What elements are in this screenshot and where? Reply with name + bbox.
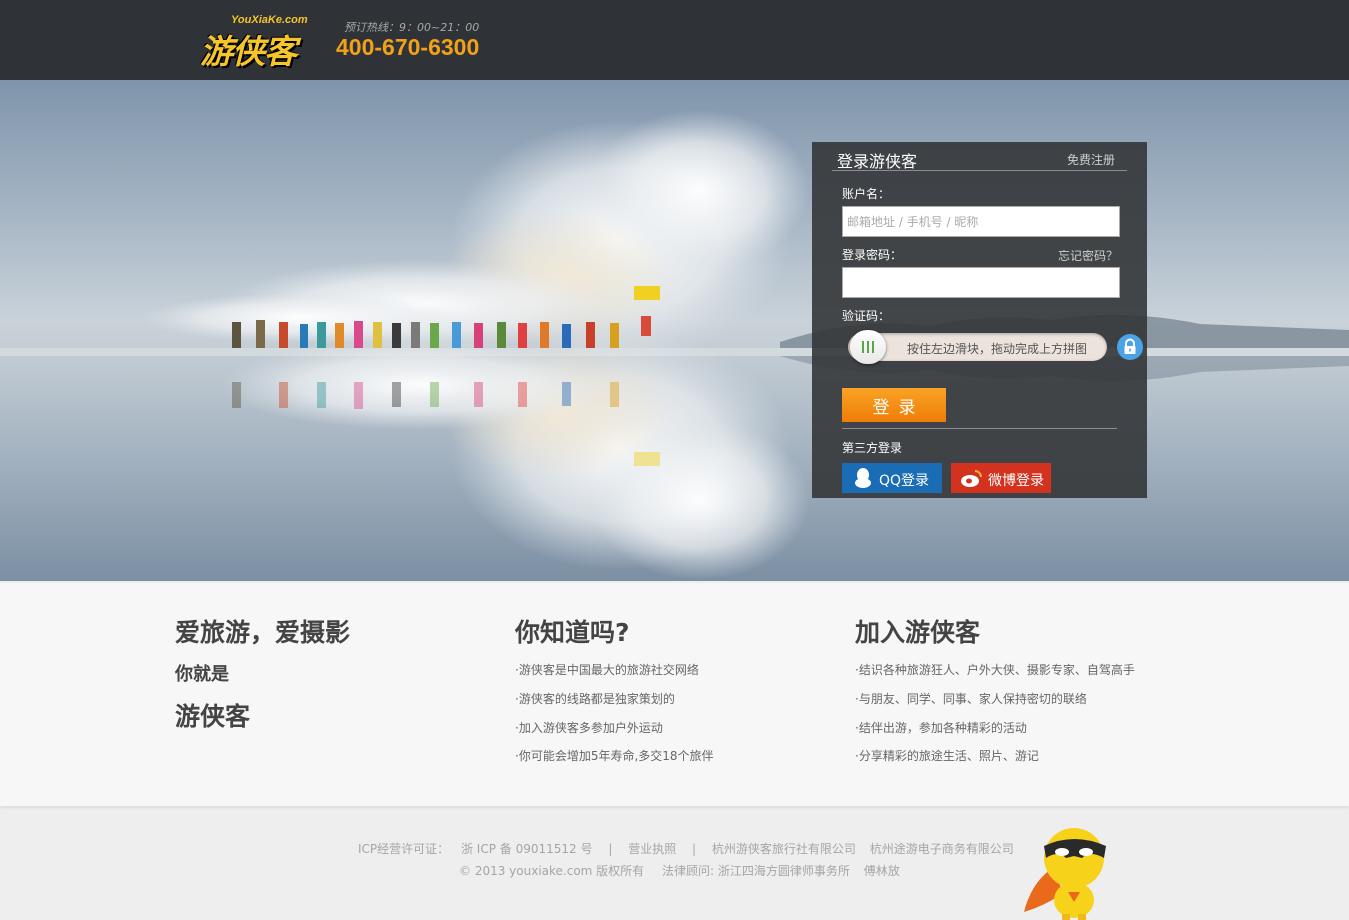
company-name-1: 杭州游侠客旅行社有限公司 (711, 842, 856, 856)
footer-separator: | (692, 842, 697, 856)
list-item: ·结伴出游，参加各种精彩的活动 (855, 721, 1027, 735)
weibo-icon (961, 470, 982, 487)
login-divider (832, 170, 1127, 171)
logo-wordmark: 游侠客 (200, 32, 297, 71)
password-input[interactable] (842, 267, 1120, 298)
register-link[interactable]: 免费注册 (1067, 151, 1115, 168)
top-header: YouXiaKe.com 游侠客 预订热线：9：00~21：00 400-670… (0, 0, 1349, 80)
captcha-label: 验证码： (842, 309, 891, 323)
weibo-login-label: 微博登录 (988, 473, 1044, 489)
password-label: 登录密码： (842, 248, 903, 262)
captcha-slider-track: 按住左边滑块，拖动完成上方拼图 (848, 333, 1107, 361)
slogan-line-1: 爱旅游，爱摄影 (175, 618, 351, 647)
qq-login-label: QQ登录 (879, 473, 930, 489)
icp-number: 浙 ICP 备 09011512 号 (460, 842, 593, 856)
company-name-2: 杭州途游电子商务有限公司 (869, 842, 1014, 856)
list-item: ·分享精彩的旅途生活、照片、游记 (855, 749, 1039, 763)
list-item: ·你可能会增加5年寿命,多交18个旅伴 (515, 749, 714, 763)
login-panel: 登录游侠客 免费注册 账户名： 登录密码： 忘记密码？ 验证码： 按住左边滑块，… (812, 142, 1147, 498)
login-title: 登录游侠客 (837, 152, 918, 171)
mascot-image (1024, 828, 1106, 920)
lock-icon (1124, 338, 1136, 354)
qq-login-button[interactable]: QQ登录 (842, 463, 942, 493)
did-you-know-title: 你知道吗? (515, 618, 630, 647)
footer-separator: | (608, 842, 613, 856)
join-title: 加入游侠客 (855, 618, 981, 647)
info-section: 爱旅游，爱摄影 你就是 游侠客 你知道吗? ·游侠客是中国最大的旅游社交网络 ·… (0, 583, 1349, 806)
slogan-line-3: 游侠客 (175, 702, 251, 731)
list-item: ·游侠客是中国最大的旅游社交网络 (515, 663, 699, 677)
hotline-number: 400-670-6300 (336, 34, 480, 60)
list-item: ·游侠客的线路都是独家策划的 (515, 692, 675, 706)
account-input[interactable] (842, 206, 1120, 237)
business-license-link[interactable]: 营业执照 (628, 842, 676, 856)
list-item: ·加入游侠客多参加户外运动 (515, 721, 663, 735)
list-item: ·与朋友、同学、同事、家人保持密切的联络 (855, 692, 1087, 706)
legal-counsel-firm: 浙江四海方圆律师事务所 (717, 864, 850, 878)
forgot-password-link[interactable]: 忘记密码？ (1058, 247, 1118, 264)
footer-line-2: © 2013 youxiake.com 版权所有 法律顾问: 浙江四海方圆律师事… (459, 862, 900, 879)
hotline-hours: 预订热线：9：00~21：00 (344, 21, 480, 34)
weibo-login-button[interactable]: 微博登录 (951, 463, 1051, 493)
copyright-text: © 2013 youxiake.com 版权所有 (459, 864, 645, 878)
third-party-divider (842, 428, 1117, 429)
qq-penguin-icon (855, 468, 871, 488)
captcha-slider-handle[interactable] (850, 330, 886, 364)
legal-counsel-label: 法律顾问: (662, 864, 715, 878)
slogan-line-2: 你就是 (175, 664, 229, 685)
third-party-login-label: 第三方登录 (842, 441, 903, 455)
login-submit-button[interactable]: 登录 (842, 388, 946, 422)
legal-counsel-person: 傅林放 (863, 864, 900, 878)
list-item: ·结识各种旅游狂人、户外大侠、摄影专家、自驾高手 (855, 663, 1135, 677)
site-logo[interactable]: YouXiaKe.com 游侠客 (200, 14, 325, 71)
account-label: 账户名： (842, 187, 891, 201)
footer-line-1: ICP经营许可证： 浙 ICP 备 09011512 号 | 营业执照 | 杭州… (358, 840, 1014, 857)
icp-label: ICP经营许可证： (358, 842, 450, 856)
slider-hint-text: 按住左边滑块，拖动完成上方拼图 (907, 342, 1088, 356)
captcha-lock-button[interactable] (1117, 334, 1143, 360)
